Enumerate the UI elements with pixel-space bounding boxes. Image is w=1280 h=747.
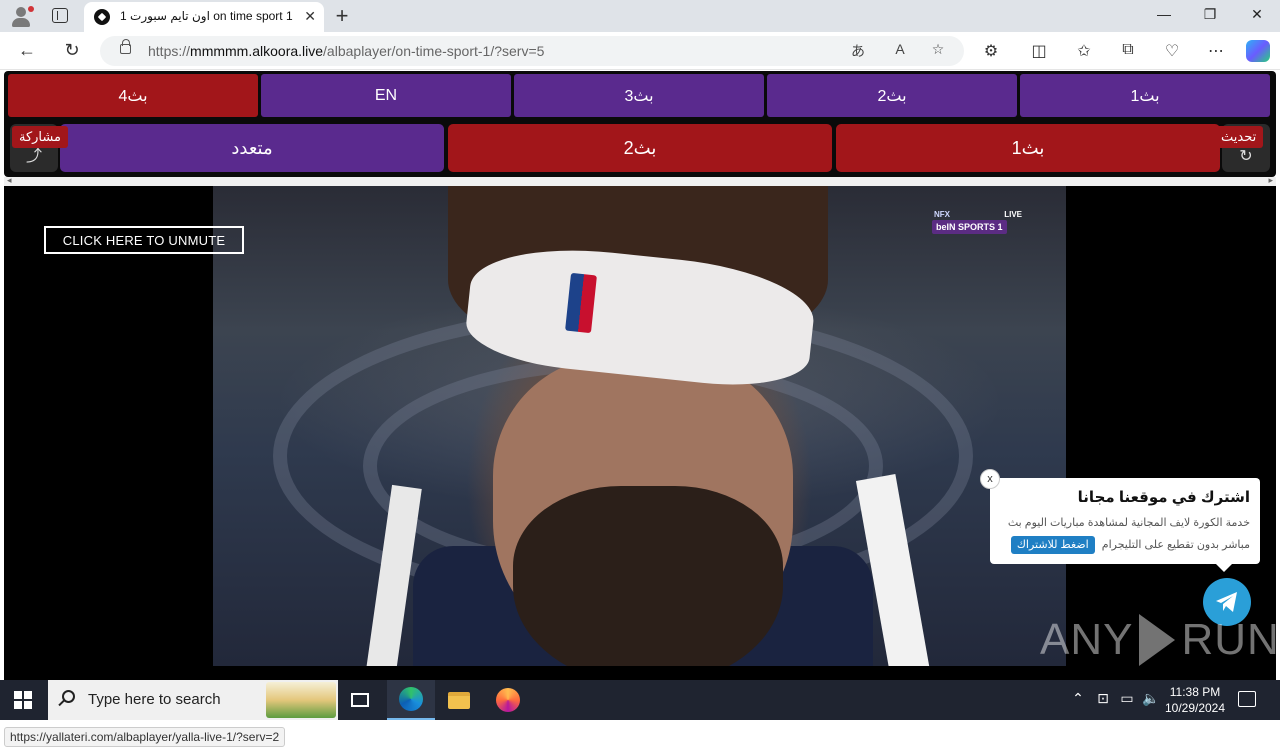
link-status-bar: https://yallateri.com/albaplayer/yalla-l… bbox=[4, 727, 286, 747]
restore-icon[interactable]: ❐ bbox=[1200, 6, 1220, 23]
browser-tab-active[interactable]: اون تايم سبورت 1 on time sport 1 ✕ bbox=[84, 2, 324, 32]
close-window-icon[interactable]: ✕ bbox=[1247, 6, 1267, 23]
read-aloud-icon[interactable]: A bbox=[890, 41, 910, 57]
firefox-icon bbox=[496, 688, 520, 712]
subscribe-popup: اشترك في موقعنا مجانا خدمة الكورة لايف ا… bbox=[990, 478, 1260, 564]
server-panel: بث4 EN بث3 بث2 بث1 ⤴ ↻ متعدد بث2 بث1 مشا… bbox=[4, 71, 1276, 177]
extensions-icon[interactable]: ⚙ bbox=[980, 41, 1002, 61]
reload-icon: ↻ bbox=[1239, 148, 1253, 165]
favorite-star-icon[interactable]: ☆ bbox=[928, 41, 948, 58]
anyrun-watermark: ANY RUN bbox=[1040, 614, 1280, 666]
network-icon[interactable]: ▭ bbox=[1118, 690, 1136, 707]
refresh-icon[interactable]: ↻ bbox=[61, 40, 83, 61]
firefox-taskbar-button[interactable] bbox=[484, 680, 532, 720]
device-icon[interactable]: ⊡ bbox=[1094, 690, 1112, 707]
broadcast-button-1[interactable]: بث1 bbox=[836, 124, 1220, 172]
server-button-en[interactable]: EN bbox=[261, 74, 511, 117]
search-highlight-image[interactable] bbox=[266, 682, 336, 718]
back-arrow-icon[interactable]: ← bbox=[16, 40, 38, 61]
explorer-taskbar-button[interactable] bbox=[435, 680, 483, 720]
soccer-ball-icon bbox=[94, 9, 110, 25]
favorites-icon[interactable]: ✩ bbox=[1073, 41, 1095, 61]
chevron-up-icon[interactable]: ⌃ bbox=[1069, 690, 1087, 707]
folder-icon bbox=[448, 691, 470, 709]
scroll-right-icon[interactable]: ▸ bbox=[1268, 175, 1273, 186]
channel-logo: NFX LIVE beIN SPORTS 1 bbox=[932, 210, 1022, 234]
minimize-icon[interactable]: — bbox=[1154, 6, 1174, 22]
tab-actions-icon[interactable] bbox=[52, 8, 68, 23]
split-screen-icon[interactable]: ◫ bbox=[1028, 41, 1050, 61]
popup-close-button[interactable]: x bbox=[980, 469, 1000, 489]
notification-icon[interactable] bbox=[1238, 691, 1256, 707]
lock-icon[interactable] bbox=[120, 39, 131, 54]
popup-text: خدمة الكورة لايف المجانية لمشاهدة مباريا… bbox=[1000, 512, 1250, 556]
taskbar-clock[interactable]: 11:38 PM 10/29/2024 bbox=[1160, 684, 1230, 716]
taskbar-search[interactable]: Type here to search bbox=[48, 680, 338, 720]
share-label[interactable]: مشاركة bbox=[12, 126, 68, 148]
server-button-1[interactable]: بث1 bbox=[1020, 74, 1270, 117]
edge-icon bbox=[399, 687, 423, 711]
close-tab-icon[interactable]: ✕ bbox=[304, 8, 316, 25]
windows-start-icon[interactable] bbox=[14, 691, 32, 709]
url-field[interactable]: https://mmmmm.alkoora.live/albaplayer/on… bbox=[100, 36, 964, 66]
windows-taskbar: Type here to search ⌃ ⊡ ▭ 🔈 11:38 PM 10/… bbox=[0, 680, 1280, 720]
profile-icon[interactable] bbox=[8, 4, 36, 28]
subscribe-button[interactable]: اضغط للاشتراك bbox=[1010, 536, 1095, 554]
broadcast-buttons-row: متعدد بث2 بث1 bbox=[60, 124, 1220, 172]
server-button-3[interactable]: بث3 bbox=[514, 74, 764, 117]
video-frame[interactable]: NFX LIVE beIN SPORTS 1 bbox=[213, 186, 1066, 666]
volume-icon[interactable]: 🔈 bbox=[1142, 690, 1160, 707]
more-menu-icon[interactable]: ⋯ bbox=[1205, 41, 1227, 61]
search-placeholder: Type here to search bbox=[88, 691, 221, 708]
task-view-button[interactable] bbox=[336, 680, 384, 720]
popup-pointer bbox=[1214, 562, 1234, 572]
video-player[interactable]: NFX LIVE beIN SPORTS 1 CLICK HERE TO UNM… bbox=[4, 186, 1276, 680]
page-content: بث4 EN بث3 بث2 بث1 ⤴ ↻ متعدد بث2 بث1 مشا… bbox=[0, 71, 1280, 747]
scroll-left-icon[interactable]: ◂ bbox=[7, 175, 12, 186]
broadcast-button-2[interactable]: بث2 bbox=[448, 124, 832, 172]
unmute-button[interactable]: CLICK HERE TO UNMUTE bbox=[44, 226, 244, 254]
broadcast-button-multi[interactable]: متعدد bbox=[60, 124, 444, 172]
collections-icon[interactable]: ⧉ bbox=[1117, 41, 1139, 59]
horizontal-scrollbar[interactable]: ◂ ▸ bbox=[4, 175, 1276, 186]
server-button-2[interactable]: بث2 bbox=[767, 74, 1017, 117]
url-text: https://mmmmm.alkoora.live/albaplayer/on… bbox=[148, 43, 545, 59]
new-tab-icon[interactable]: + bbox=[332, 3, 352, 29]
search-icon bbox=[62, 690, 75, 703]
task-view-icon bbox=[351, 693, 369, 707]
copilot-icon[interactable] bbox=[1246, 40, 1270, 62]
server-buttons-row: بث4 EN بث3 بث2 بث1 bbox=[8, 74, 1270, 117]
refresh-label[interactable]: تحديث bbox=[1214, 126, 1264, 148]
tab-title: اون تايم سبورت 1 on time sport 1 bbox=[120, 9, 293, 23]
server-button-4[interactable]: بث4 bbox=[8, 74, 258, 117]
browser-essentials-icon[interactable]: ♡ bbox=[1161, 41, 1183, 61]
translate-icon[interactable]: あ bbox=[848, 41, 868, 61]
popup-title: اشترك في موقعنا مجانا bbox=[1077, 489, 1250, 506]
browser-tab-bar: اون تايم سبورت 1 on time sport 1 ✕ + — ❐… bbox=[0, 0, 1280, 32]
edge-taskbar-button[interactable] bbox=[387, 680, 435, 720]
